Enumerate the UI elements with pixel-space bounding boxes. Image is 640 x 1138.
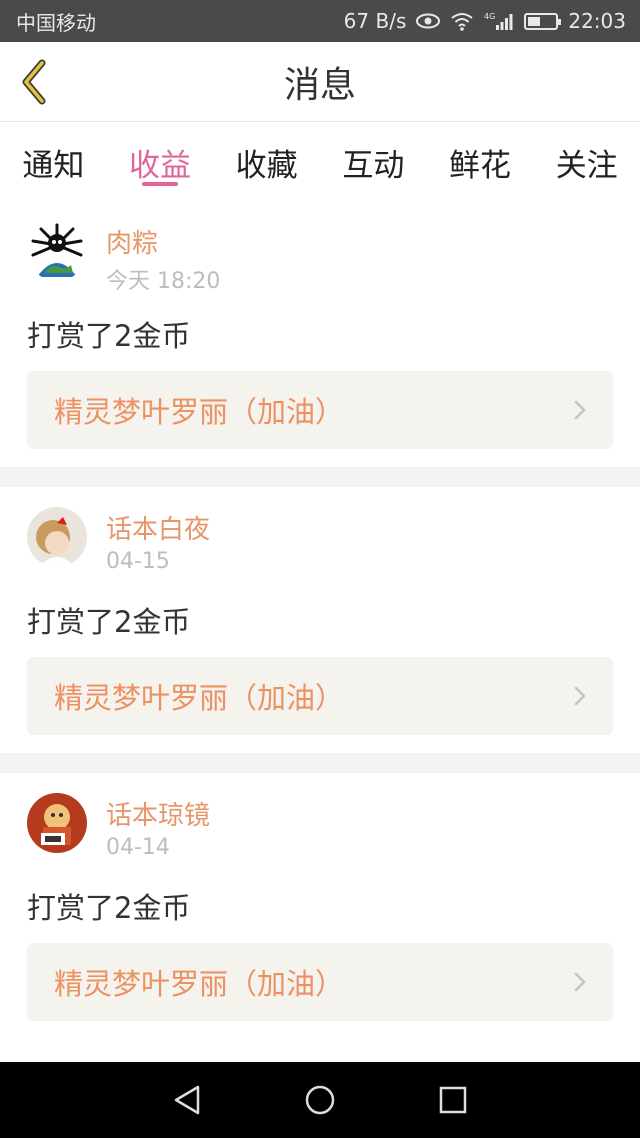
username[interactable]: 话本琼镜 — [106, 795, 210, 832]
tab-label: 通知 — [22, 147, 85, 184]
work-title: 精灵梦叶罗丽（加油） — [54, 395, 345, 429]
tab-favorites[interactable]: 收藏 — [213, 123, 320, 201]
nav-recents-button[interactable] — [423, 1070, 483, 1130]
username[interactable]: 肉粽 — [106, 223, 158, 260]
work-title: 精灵梦叶罗丽（加油） — [54, 967, 345, 1001]
timestamp: 今天 18:20 — [106, 269, 221, 294]
chevron-right-icon — [573, 399, 587, 421]
page-title: 消息 — [283, 65, 356, 106]
username[interactable]: 话本白夜 — [106, 509, 210, 546]
tab-label: 鲜花 — [449, 147, 512, 184]
work-link[interactable]: 精灵梦叶罗丽（加油） — [27, 371, 613, 449]
status-icons: 67 B/s 4G 22:03 — [344, 9, 626, 33]
message-text: 打赏了2金币 — [27, 605, 191, 639]
tab-notifications[interactable]: 通知 — [0, 123, 107, 201]
tab-interactions[interactable]: 互动 — [320, 123, 427, 201]
status-bar: 中国移动 67 B/s 4G 22:03 — [0, 0, 640, 42]
spiky-globe-avatar-icon — [27, 221, 87, 281]
square-recents-icon — [440, 1086, 467, 1114]
wifi-icon — [450, 11, 474, 31]
eye-icon — [416, 13, 441, 29]
tab-label: 互动 — [342, 147, 405, 184]
tab-earnings[interactable]: 收益 — [107, 123, 214, 201]
circle-home-icon — [305, 1085, 335, 1115]
timestamp: 04-14 — [106, 835, 170, 860]
header-bar: 消息 — [0, 42, 640, 122]
tab-bar: 通知 收益 收藏 互动 鲜花 关注 — [0, 123, 640, 201]
work-link[interactable]: 精灵梦叶罗丽（加油） — [27, 657, 613, 735]
tab-label: 关注 — [555, 147, 618, 184]
work-link[interactable]: 精灵梦叶罗丽（加油） — [27, 943, 613, 1021]
tab-label: 收益 — [129, 147, 191, 184]
chevron-right-icon — [573, 971, 587, 993]
clock: 22:03 — [568, 9, 626, 33]
network-type-label: 4G — [484, 12, 495, 21]
message-card: 话本白夜 04-15 打赏了2金币 精灵梦叶罗丽（加油） — [0, 487, 640, 753]
message-text: 打赏了2金币 — [27, 891, 191, 925]
carrier-label: 中国移动 — [16, 10, 96, 35]
message-list: 肉粽 今天 18:20 打赏了2金币 精灵梦叶罗丽（加油） 话本白夜 04-15… — [0, 201, 640, 1039]
divider — [0, 467, 640, 487]
message-card: 话本琼镜 04-14 打赏了2金币 精灵梦叶罗丽（加油） — [0, 773, 640, 1039]
avatar[interactable] — [27, 507, 87, 567]
avatar[interactable] — [27, 793, 87, 853]
avatar[interactable] — [27, 221, 87, 281]
net-speed: 67 B/s — [343, 9, 407, 33]
active-tab-indicator — [142, 182, 178, 186]
chevron-right-icon — [573, 685, 587, 707]
nav-back-button[interactable] — [157, 1070, 217, 1130]
timestamp: 04-15 — [106, 549, 170, 574]
message-card: 肉粽 今天 18:20 打赏了2金币 精灵梦叶罗丽（加油） — [0, 201, 640, 467]
battery-icon — [524, 12, 562, 30]
work-title: 精灵梦叶罗丽（加油） — [54, 681, 345, 715]
cartoon-avatar-icon — [27, 793, 87, 853]
message-text: 打赏了2金币 — [27, 319, 191, 353]
nav-home-button[interactable] — [290, 1070, 350, 1130]
tab-label: 收藏 — [235, 147, 298, 184]
tab-flowers[interactable]: 鲜花 — [427, 123, 534, 201]
triangle-back-icon — [174, 1085, 199, 1115]
signal-icon: 4G — [484, 11, 514, 31]
system-nav-bar — [0, 1062, 640, 1138]
divider — [0, 753, 640, 773]
tab-following[interactable]: 关注 — [533, 123, 640, 201]
doll-avatar-icon — [27, 507, 87, 567]
